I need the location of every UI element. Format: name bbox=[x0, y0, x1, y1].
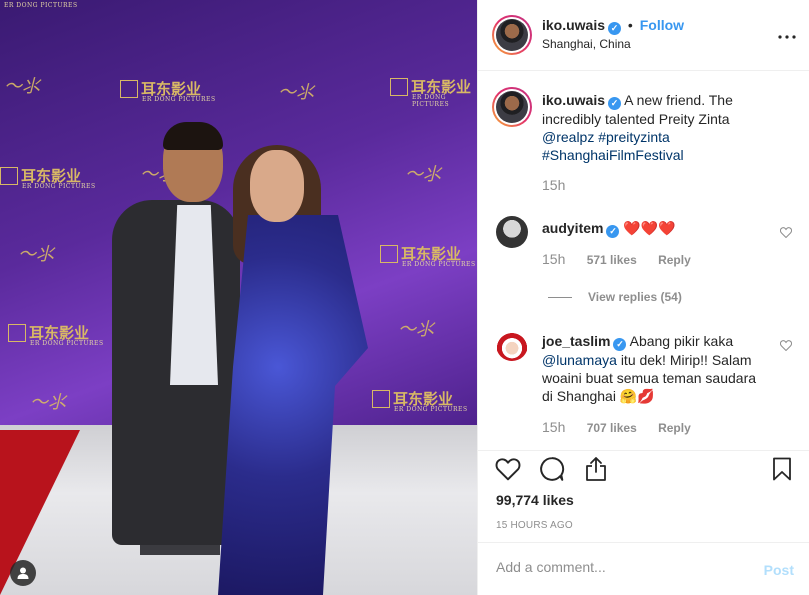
author-username[interactable]: iko.uwais bbox=[542, 17, 605, 33]
post-timestamp[interactable]: 15 HOURS AGO bbox=[496, 520, 573, 531]
hashtag-link[interactable]: #ShanghaiFilmFestival bbox=[542, 147, 684, 163]
replies-divider bbox=[548, 297, 572, 299]
post-sidebar: iko.uwais ✓ • Follow Shanghai, China iko.… bbox=[477, 0, 809, 595]
person-man-hair bbox=[163, 122, 223, 150]
comment-text: audyitem ✓ ❤️❤️❤️ bbox=[542, 219, 762, 238]
commenter-avatar[interactable] bbox=[496, 216, 528, 248]
add-comment-input[interactable] bbox=[496, 559, 746, 575]
mention-link[interactable]: @realpz bbox=[542, 129, 594, 145]
person-woman-head bbox=[250, 150, 304, 222]
backdrop-calligraphy: 〜⺢ bbox=[278, 82, 314, 103]
commenter-username[interactable]: audyitem bbox=[542, 220, 603, 236]
backdrop-logo: 耳东影业 ER DONG PICTURES bbox=[0, 165, 96, 190]
person-man-shirt bbox=[170, 205, 218, 385]
caption-avatar[interactable] bbox=[492, 87, 532, 127]
user-icon bbox=[17, 567, 29, 579]
backdrop-logo: 耳东影业 ER DONG PICTURES bbox=[120, 78, 216, 103]
view-replies-label: View replies (54) bbox=[588, 290, 682, 304]
commenter-avatar[interactable] bbox=[496, 329, 528, 361]
backdrop-logo: 耳东影业 ER DONG PICTURES bbox=[390, 76, 477, 108]
comment-meta: 15h 707 likes Reply bbox=[542, 419, 691, 435]
caption-time[interactable]: 15h bbox=[542, 177, 565, 193]
follow-button[interactable]: Follow bbox=[640, 17, 684, 33]
post-photo[interactable]: 耳东影业 ER DONG PICTURES 耳东影业 ER DONG PICTURE… bbox=[0, 0, 477, 595]
more-options-icon[interactable] bbox=[778, 26, 796, 44]
comment-time[interactable]: 15h bbox=[542, 251, 565, 267]
backdrop-logo: 耳东影业 ER DONG PICTURES bbox=[8, 322, 104, 347]
verified-badge-icon: ✓ bbox=[613, 338, 627, 351]
like-heart-icon[interactable] bbox=[494, 455, 522, 483]
reply-button[interactable]: Reply bbox=[658, 253, 691, 267]
backdrop-calligraphy: 〜⺢ bbox=[18, 244, 54, 265]
backdrop-logo: ER DONG PICTURES bbox=[4, 2, 78, 9]
view-replies-button[interactable]: View replies (54) bbox=[548, 290, 682, 304]
like-comment-heart-icon[interactable] bbox=[779, 340, 793, 354]
commenter-username[interactable]: joe_taslim bbox=[542, 333, 610, 349]
backdrop-calligraphy: 〜⺢ bbox=[405, 164, 441, 185]
backdrop-calligraphy: 〜⺢ bbox=[4, 76, 40, 97]
verified-badge-icon: ✓ bbox=[608, 97, 622, 110]
post-comment-button[interactable]: Post bbox=[764, 562, 794, 578]
backdrop-calligraphy: 〜⺢ bbox=[398, 319, 434, 340]
post-header: iko.uwais ✓ • Follow Shanghai, China bbox=[478, 0, 809, 71]
comment-text: joe_taslim ✓ Abang pikir kaka @lunamaya i… bbox=[542, 332, 762, 405]
comment-body: Abang pikir kaka bbox=[629, 333, 734, 349]
author-line: iko.uwais ✓ • Follow bbox=[542, 17, 684, 35]
tagged-user-button[interactable] bbox=[10, 560, 36, 586]
comments-section[interactable]: iko.uwais ✓ A new friend. The incredibly … bbox=[478, 71, 809, 450]
verified-badge-icon: ✓ bbox=[608, 22, 622, 35]
backdrop-logo: 耳东影业 ER DONG PICTURES bbox=[380, 243, 476, 268]
author-avatar[interactable] bbox=[492, 15, 532, 55]
verified-badge-icon: ✓ bbox=[606, 225, 620, 238]
caption-username[interactable]: iko.uwais bbox=[542, 92, 605, 108]
bookmark-icon[interactable] bbox=[768, 455, 796, 483]
backdrop-logo: 耳东影业 ER DONG PICTURES bbox=[372, 388, 468, 413]
location-link[interactable]: Shanghai, China bbox=[542, 37, 631, 51]
post-actions: 99,774 likes 15 HOURS AGO bbox=[478, 450, 809, 542]
comment-bubble-icon[interactable] bbox=[538, 455, 566, 483]
like-comment-heart-icon[interactable] bbox=[779, 227, 793, 241]
add-comment-bar: Post bbox=[478, 542, 809, 595]
reply-button[interactable]: Reply bbox=[658, 421, 691, 435]
comment-body: ❤️❤️❤️ bbox=[623, 220, 676, 236]
mention-link[interactable]: @lunamaya bbox=[542, 352, 617, 368]
separator-dot: • bbox=[627, 17, 633, 33]
caption-text: iko.uwais ✓ A new friend. The incredibly … bbox=[542, 91, 792, 164]
backdrop-calligraphy: 〜⺢ bbox=[30, 392, 66, 413]
comment-meta: 15h 571 likes Reply bbox=[542, 251, 691, 267]
comment-likes[interactable]: 571 likes bbox=[587, 253, 637, 267]
comment-time[interactable]: 15h bbox=[542, 419, 565, 435]
comment-likes[interactable]: 707 likes bbox=[587, 421, 637, 435]
likes-count[interactable]: 99,774 likes bbox=[496, 492, 574, 508]
hashtag-link[interactable]: #preityzinta bbox=[598, 129, 670, 145]
share-icon[interactable] bbox=[582, 455, 610, 483]
